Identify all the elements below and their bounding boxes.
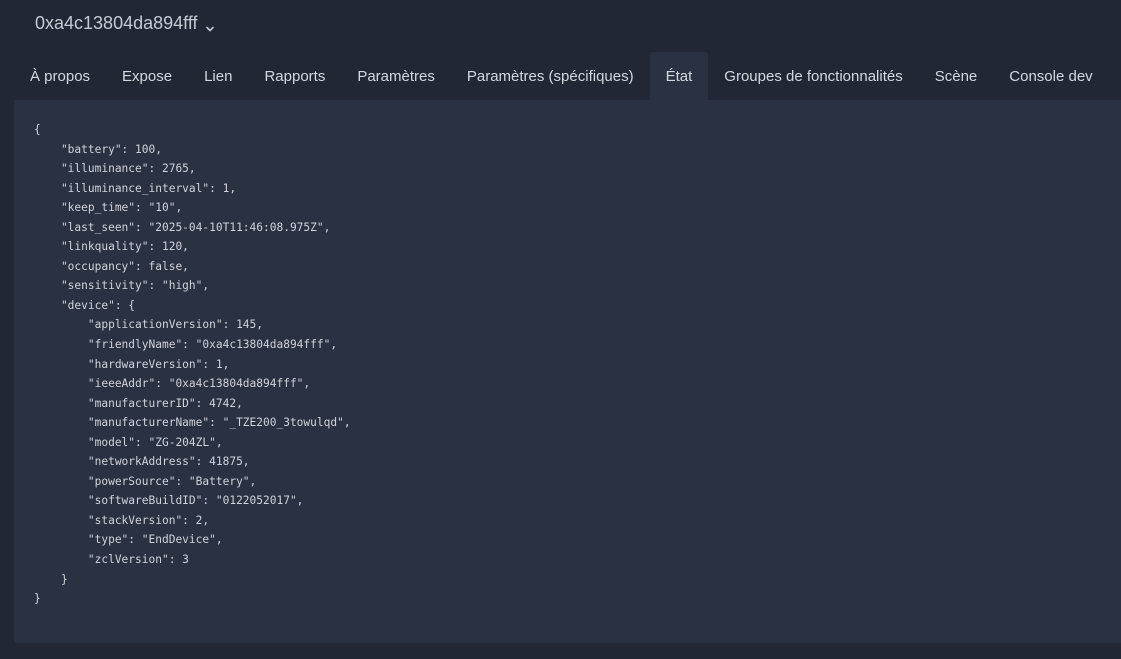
tab-console-dev[interactable]: Console dev bbox=[993, 52, 1108, 100]
tab-rapports[interactable]: Rapports bbox=[248, 52, 341, 100]
json-line: "illuminance": 2765, bbox=[34, 162, 196, 176]
json-line: "powerSource": "Battery", bbox=[34, 474, 257, 488]
json-line: "softwareBuildID": "0122052017", bbox=[34, 494, 304, 508]
json-line: "ieeeAddr": "0xa4c13804da894fff", bbox=[34, 377, 311, 391]
json-line: "keep_time": "10", bbox=[34, 201, 183, 215]
tab-groupes-de-fonctionnalites[interactable]: Groupes de fonctionnalités bbox=[708, 52, 918, 100]
json-line: "occupancy": false, bbox=[34, 259, 189, 273]
json-line: } bbox=[34, 592, 41, 606]
json-line: "device": { bbox=[34, 298, 136, 312]
json-line: } bbox=[34, 572, 68, 586]
tab-parametres[interactable]: Paramètres bbox=[341, 52, 451, 100]
tab-lien[interactable]: Lien bbox=[188, 52, 248, 100]
json-line: "illuminance_interval": 1, bbox=[34, 181, 237, 195]
json-line: "model": "ZG-204ZL", bbox=[34, 435, 223, 449]
json-line: "friendlyName": "0xa4c13804da894fff", bbox=[34, 338, 338, 352]
json-line: "linkquality": 120, bbox=[34, 240, 189, 254]
device-name-dropdown[interactable]: 0xa4c13804da894fff bbox=[35, 10, 215, 36]
json-line: "stackVersion": 2, bbox=[34, 513, 210, 527]
json-line: "zclVersion": 3 bbox=[34, 553, 189, 567]
tab-etat[interactable]: État bbox=[649, 52, 709, 100]
json-line: "manufacturerID": 4742, bbox=[34, 396, 243, 410]
state-json: { "battery": 100, "illuminance": 2765, "… bbox=[34, 120, 351, 609]
chevron-down-icon bbox=[205, 18, 215, 32]
bottom-strip bbox=[0, 643, 1121, 659]
tab-parametres-specifiques[interactable]: Paramètres (spécifiques) bbox=[451, 52, 650, 100]
device-tabs: À propos Expose Lien Rapports Paramètres… bbox=[14, 52, 1121, 100]
state-panel: { "battery": 100, "illuminance": 2765, "… bbox=[14, 100, 1121, 643]
tab-a-propos[interactable]: À propos bbox=[14, 52, 106, 100]
json-line: "battery": 100, bbox=[34, 142, 162, 156]
json-line: "applicationVersion": 145, bbox=[34, 318, 264, 332]
json-line: "networkAddress": 41875, bbox=[34, 455, 250, 469]
json-line: "type": "EndDevice", bbox=[34, 533, 223, 547]
json-line: "last_seen": "2025-04-10T11:46:08.975Z", bbox=[34, 220, 331, 234]
json-line: "sensitivity": "high", bbox=[34, 279, 210, 293]
device-name: 0xa4c13804da894fff bbox=[35, 12, 198, 33]
json-line: "manufacturerName": "_TZE200_3towulqd", bbox=[34, 416, 351, 430]
json-line: "hardwareVersion": 1, bbox=[34, 357, 230, 371]
json-line: { bbox=[34, 123, 41, 136]
tab-expose[interactable]: Expose bbox=[106, 52, 188, 100]
tab-scene[interactable]: Scène bbox=[919, 52, 994, 100]
